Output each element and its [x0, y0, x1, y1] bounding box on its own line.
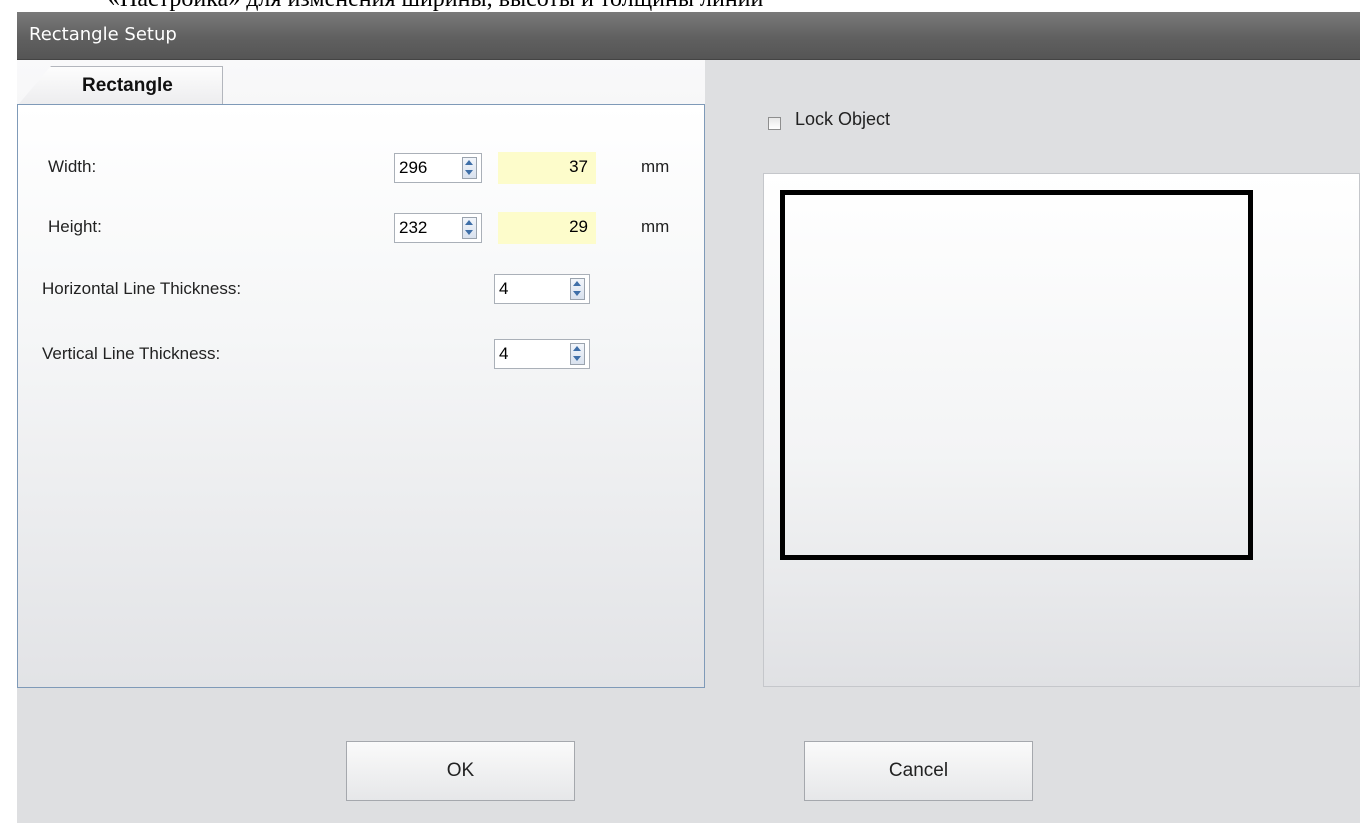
- rectangle-settings-panel: Width: 296 37 mm Height: 232 29 mm Horiz…: [17, 104, 705, 688]
- spin-down-icon[interactable]: [465, 170, 473, 175]
- window-title: Rectangle Setup: [29, 24, 177, 45]
- rectangle-preview: [763, 173, 1360, 687]
- vertical-thickness-spin-buttons[interactable]: [570, 343, 585, 365]
- width-unit: mm: [641, 157, 670, 176]
- height-spin-buttons[interactable]: [462, 217, 477, 239]
- dialog-body: Rectangle Width: 296 37 mm Height: 232 2…: [17, 60, 1360, 823]
- preview-rectangle-shape: [780, 190, 1253, 560]
- height-unit: mm: [641, 217, 670, 236]
- horizontal-thickness-spin-buttons[interactable]: [570, 278, 585, 300]
- spin-up-icon[interactable]: [573, 281, 581, 286]
- horizontal-thickness-value: 4: [499, 279, 509, 298]
- spin-up-icon[interactable]: [465, 220, 473, 225]
- vertical-thickness-value: 4: [499, 344, 509, 363]
- cancel-button[interactable]: Cancel: [804, 741, 1033, 801]
- horizontal-thickness-label: Horizontal Line Thickness:: [42, 279, 242, 298]
- spin-up-icon[interactable]: [573, 346, 581, 351]
- vertical-thickness-label: Vertical Line Thickness:: [42, 344, 221, 363]
- spin-down-icon[interactable]: [465, 230, 473, 235]
- horizontal-thickness-stepper[interactable]: 4: [494, 274, 590, 304]
- width-stepper[interactable]: 296: [394, 153, 482, 183]
- vertical-thickness-stepper[interactable]: 4: [494, 339, 590, 369]
- ok-button[interactable]: OK: [346, 741, 575, 801]
- spin-up-icon[interactable]: [465, 160, 473, 165]
- height-label: Height:: [48, 217, 102, 236]
- tab-rectangle-label: Rectangle: [82, 75, 173, 96]
- height-value: 232: [399, 218, 428, 237]
- height-stepper[interactable]: 232: [394, 213, 482, 243]
- height-mm-field[interactable]: 29: [498, 212, 596, 244]
- width-value: 296: [399, 158, 428, 177]
- height-mm-value: 29: [569, 217, 588, 236]
- lock-object-checkbox[interactable]: [768, 117, 781, 130]
- document-caption: «Настройка» для изменения ширины, высоты…: [0, 0, 1360, 12]
- tab-rectangle[interactable]: Rectangle: [17, 66, 223, 106]
- spin-down-icon[interactable]: [573, 291, 581, 296]
- width-mm-value: 37: [569, 157, 588, 176]
- window-titlebar: Rectangle Setup: [17, 12, 1360, 60]
- width-label: Width:: [48, 157, 97, 176]
- lock-object-label[interactable]: Lock Object: [795, 109, 890, 130]
- spin-down-icon[interactable]: [573, 356, 581, 361]
- width-spin-buttons[interactable]: [462, 157, 477, 179]
- width-mm-field[interactable]: 37: [498, 152, 596, 184]
